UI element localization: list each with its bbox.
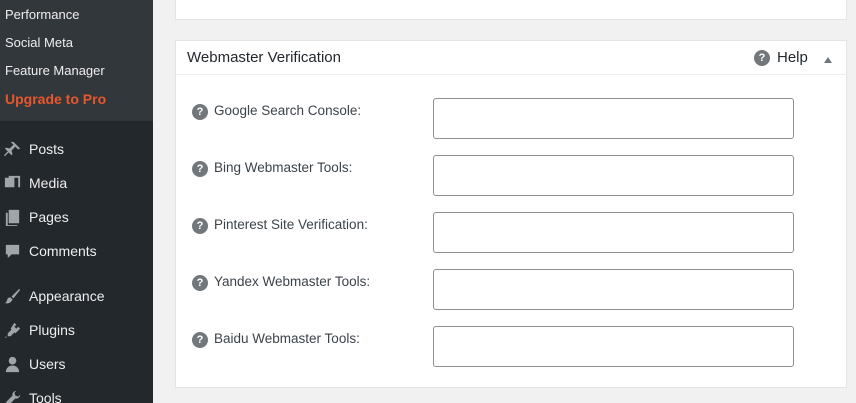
baidu-webmaster-tools-input[interactable] xyxy=(433,326,794,367)
bing-webmaster-tools-input[interactable] xyxy=(433,155,794,196)
sidebar-item-pages[interactable]: Pages xyxy=(0,202,153,232)
help-icon[interactable]: ? xyxy=(192,218,208,234)
admin-sidebar: Performance Social Meta Feature Manager … xyxy=(0,0,153,403)
collapse-arrow-icon[interactable] xyxy=(824,57,832,63)
sidebar-item-label: Posts xyxy=(29,141,65,157)
sidebar-item-label: Media xyxy=(29,175,68,191)
sidebar-item-posts[interactable]: Posts xyxy=(0,134,153,164)
yandex-webmaster-tools-input[interactable] xyxy=(433,269,794,310)
field-row-pinterest: ? Pinterest Site Verification: xyxy=(176,212,846,253)
media-icon xyxy=(0,171,24,195)
brush-icon xyxy=(0,284,24,308)
plugin-icon xyxy=(0,318,24,342)
pin-icon xyxy=(0,137,24,161)
help-label: Help xyxy=(777,49,808,66)
seo-submenu: Performance Social Meta Feature Manager … xyxy=(0,0,153,121)
help-icon[interactable]: ? xyxy=(192,332,208,348)
comment-icon xyxy=(0,239,24,263)
sidebar-item-label: Tools xyxy=(29,390,62,403)
wrench-icon xyxy=(0,386,24,403)
pages-icon xyxy=(0,205,24,229)
help-icon[interactable]: ? xyxy=(192,161,208,177)
sidebar-item-label: Appearance xyxy=(29,288,105,304)
field-label: Bing Webmaster Tools: xyxy=(214,160,353,175)
help-icon[interactable]: ? xyxy=(192,104,208,120)
sidebar-item-label: Plugins xyxy=(29,322,75,338)
sidebar-item-plugins[interactable]: Plugins xyxy=(0,315,153,345)
webmaster-verification-panel: Webmaster Verification ? Help ? Google S… xyxy=(175,40,847,388)
sidebar-item-label: Comments xyxy=(29,243,97,259)
sidebar-item-label: Users xyxy=(29,356,66,372)
sidebar-item-label: Pages xyxy=(29,209,69,225)
help-icon[interactable]: ? xyxy=(192,275,208,291)
field-label: Pinterest Site Verification: xyxy=(214,217,368,232)
sidebar-item-appearance[interactable]: Appearance xyxy=(0,281,153,311)
submenu-item-social-meta[interactable]: Social Meta xyxy=(5,35,73,50)
pinterest-site-verification-input[interactable] xyxy=(433,212,794,253)
field-row-google: ? Google Search Console: xyxy=(176,98,846,139)
field-row-baidu: ? Baidu Webmaster Tools: xyxy=(176,326,846,367)
field-row-yandex: ? Yandex Webmaster Tools: xyxy=(176,269,846,310)
google-search-console-input[interactable] xyxy=(433,98,794,139)
field-label: Yandex Webmaster Tools: xyxy=(214,274,371,289)
help-button[interactable]: ? Help xyxy=(754,49,808,66)
sidebar-item-comments[interactable]: Comments xyxy=(0,236,153,266)
field-row-bing: ? Bing Webmaster Tools: xyxy=(176,155,846,196)
user-icon xyxy=(0,352,24,376)
panel-header: Webmaster Verification ? Help xyxy=(176,41,846,75)
sidebar-item-media[interactable]: Media xyxy=(0,168,153,198)
panel-title: Webmaster Verification xyxy=(187,49,341,66)
submenu-item-feature-manager[interactable]: Feature Manager xyxy=(5,63,105,78)
submenu-item-upgrade-to-pro[interactable]: Upgrade to Pro xyxy=(5,91,106,107)
sidebar-item-tools[interactable]: Tools xyxy=(0,383,153,403)
sidebar-item-users[interactable]: Users xyxy=(0,349,153,379)
previous-panel xyxy=(175,0,847,20)
field-label: Google Search Console: xyxy=(214,103,362,118)
field-label: Baidu Webmaster Tools: xyxy=(214,331,360,346)
help-icon: ? xyxy=(754,49,770,66)
submenu-item-performance[interactable]: Performance xyxy=(5,7,79,22)
